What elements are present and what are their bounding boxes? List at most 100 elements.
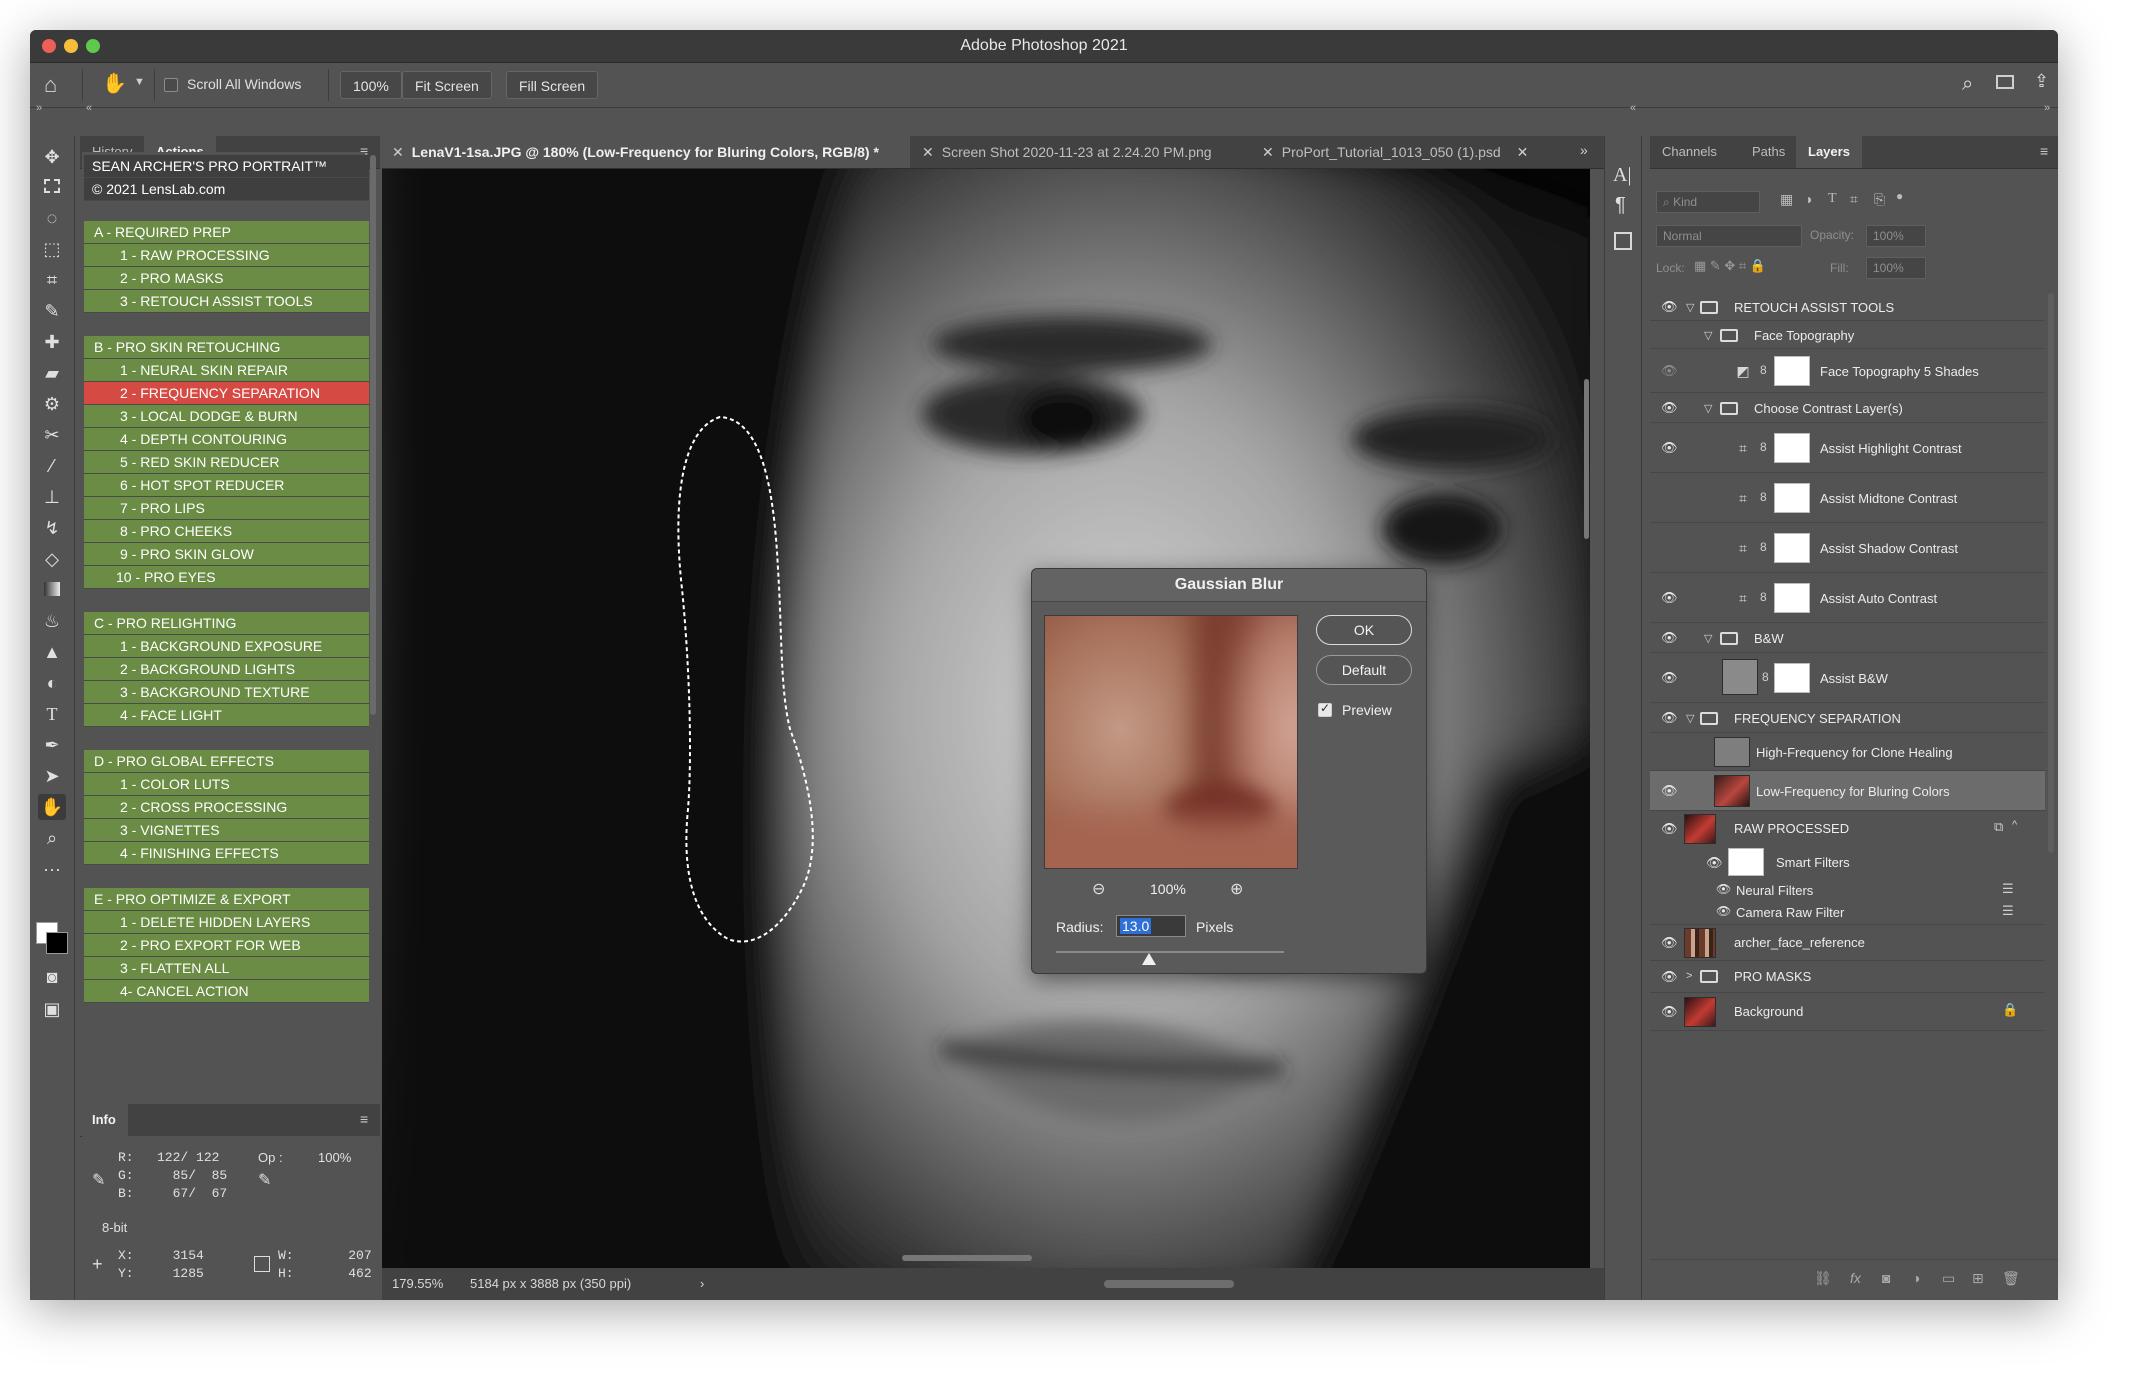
layer-group-bw[interactable]: 👁 ▽ B&W — [1650, 623, 2045, 653]
home-icon[interactable]: ⌂ — [44, 72, 57, 98]
visibility-eye-icon[interactable]: 👁 — [1661, 400, 1678, 416]
action-item[interactable]: 5 - RED SKIN REDUCER — [84, 451, 369, 474]
document-tab[interactable]: ✕ Screen Shot 2020-11-23 at 2.24.20 PM.pn… — [912, 136, 1250, 168]
quick-mask-icon[interactable]: ◙ — [38, 964, 66, 990]
action-item[interactable]: 1 - COLOR LUTS — [84, 773, 369, 796]
action-item[interactable]: 4 - FACE LIGHT — [84, 704, 369, 727]
action-item[interactable]: 7 - PRO LIPS — [84, 497, 369, 520]
art-history-brush-tool-icon[interactable]: ↯ — [38, 515, 66, 541]
link-layers-icon[interactable]: ⛓ — [1814, 1270, 1832, 1287]
layer-assist-highlight-contrast[interactable]: 👁 ⌗ 8 Assist Highlight Contrast — [1650, 423, 2045, 473]
canvas-vertical-scrollbar[interactable] — [1584, 379, 1589, 539]
action-item[interactable]: 1 - DELETE HIDDEN LAYERS — [84, 911, 369, 934]
layer-kind-filter[interactable]: ⌕ Kind — [1656, 191, 1760, 213]
fill-screen-button[interactable]: Fill Screen — [506, 71, 599, 99]
collapse-effects-icon[interactable]: ^ — [2012, 819, 2017, 831]
action-section-a[interactable]: A - REQUIRED PREP — [84, 221, 369, 244]
lasso-tool-icon[interactable]: ◌ — [38, 205, 66, 231]
tab-paths[interactable]: Paths — [1740, 136, 1797, 168]
visibility-eye-icon[interactable]: 👁 — [1661, 969, 1678, 985]
layer-assist-bw[interactable]: 👁 8 Assist B&W — [1650, 653, 2045, 703]
smart-filter-neural-filters[interactable]: 👁 Neural Filters ☰ — [1650, 879, 2045, 901]
layer-assist-midtone-contrast[interactable]: ⌗ 8 Assist Midtone Contrast — [1650, 473, 2045, 523]
default-button[interactable]: Default — [1316, 655, 1412, 685]
tab-info[interactable]: Info — [80, 1104, 128, 1136]
smart-filter-camera-raw[interactable]: 👁 Camera Raw Filter ☰ — [1650, 901, 2045, 925]
visibility-eye-icon[interactable]: 👁 — [1661, 299, 1678, 315]
action-section-d[interactable]: D - PRO GLOBAL EFFECTS — [84, 750, 369, 773]
crop-tool-icon[interactable]: ⌗ — [38, 267, 66, 293]
layer-assist-shadow-contrast[interactable]: ⌗ 8 Assist Shadow Contrast — [1650, 523, 2045, 573]
action-section-b[interactable]: B - PRO SKIN RETOUCHING — [84, 336, 369, 359]
screen-mode-icon[interactable]: ▣ — [38, 996, 66, 1022]
paragraph-panel-icon[interactable]: ¶ — [1615, 194, 1626, 217]
marquee-tool-icon[interactable] — [38, 174, 66, 200]
close-tab-icon[interactable]: ✕ — [1517, 144, 1529, 160]
layer-group-retouch-assist-tools[interactable]: 👁 ▽ RETOUCH ASSIST TOOLS — [1650, 293, 2045, 321]
visibility-eye-icon[interactable]: 👁 — [1661, 935, 1678, 951]
ok-button[interactable]: OK — [1316, 615, 1412, 645]
radius-slider-thumb[interactable] — [1142, 953, 1157, 965]
healing-brush-tool-icon[interactable]: ✚ — [38, 329, 66, 355]
collapse-panel-left-icon[interactable]: « — [86, 102, 92, 114]
filter-shape-icon[interactable]: ⌗ — [1850, 191, 1858, 208]
filter-toggle-icon[interactable]: ● — [1896, 189, 1903, 203]
expand-caret-icon[interactable]: ▽ — [1686, 712, 1694, 725]
lock-pixels-icon[interactable]: ▦ ✎ ✥ ⌗ 🔒 — [1694, 258, 1766, 274]
visibility-eye-icon[interactable]: 👁 — [1661, 821, 1678, 837]
close-window-button[interactable] — [42, 39, 56, 53]
close-tab-icon[interactable]: ✕ — [922, 144, 934, 160]
fill-input[interactable]: 100% — [1866, 257, 1926, 279]
smart-filters-row[interactable]: 👁 Smart Filters — [1650, 847, 2045, 879]
layer-group-pro-masks[interactable]: 👁 > PRO MASKS — [1650, 961, 2045, 993]
visibility-eye-icon[interactable]: 👁 — [1661, 670, 1678, 686]
search-icon[interactable]: ⌕ — [1962, 73, 1973, 96]
layer-raw-processed[interactable]: 👁 RAW PROCESSED ⧉ ^ — [1650, 811, 2045, 847]
background-color-swatch[interactable] — [46, 932, 68, 954]
action-item[interactable]: 3 - VIGNETTES — [84, 819, 369, 842]
scroll-all-windows-checkbox[interactable] — [164, 78, 178, 92]
visibility-eye-icon[interactable]: 👁 — [1661, 590, 1678, 606]
delete-layer-icon[interactable]: 🗑 — [2002, 1270, 2020, 1287]
visibility-eye-icon[interactable]: 👁 — [1661, 630, 1678, 646]
layer-group-face-topography[interactable]: ▽ Face Topography — [1650, 321, 2045, 349]
blur-preview-image[interactable] — [1044, 615, 1298, 869]
layer-low-frequency-selected[interactable]: 👁 Low-Frequency for Bluring Colors — [1650, 771, 2045, 811]
history-brush-tool-icon[interactable]: ✂ — [38, 422, 66, 448]
tool-preset-chevron-down-icon[interactable]: ▼ — [134, 76, 145, 88]
fit-screen-button[interactable]: Fit Screen — [402, 71, 492, 99]
action-item[interactable]: 8 - PRO CHEEKS — [84, 520, 369, 543]
visibility-eye-icon[interactable]: 👁 — [1706, 855, 1723, 871]
visibility-eye-icon[interactable]: 👁 — [1661, 1004, 1678, 1020]
action-item[interactable]: 9 - PRO SKIN GLOW — [84, 543, 369, 566]
action-item-selected[interactable]: 2 - FREQUENCY SEPARATION — [84, 382, 369, 405]
filter-smart-object-icon[interactable]: ⎘ — [1874, 191, 1885, 208]
zoom-level[interactable]: 179.55% — [392, 1268, 443, 1300]
stamp-tool-icon[interactable]: ⊥ — [38, 484, 66, 510]
action-item[interactable]: 3 - LOCAL DODGE & BURN — [84, 405, 369, 428]
action-item[interactable]: 1 - NEURAL SKIN REPAIR — [84, 359, 369, 382]
layer-background[interactable]: 👁 Background 🔒 — [1650, 993, 2045, 1031]
filter-pixel-icon[interactable]: ▦ — [1780, 191, 1793, 208]
action-section-e[interactable]: E - PRO OPTIMIZE & EXPORT — [84, 888, 369, 911]
action-item[interactable]: 1 - BACKGROUND EXPOSURE — [84, 635, 369, 658]
visibility-eye-icon[interactable]: 👁 — [1661, 710, 1678, 726]
visibility-eye-icon[interactable]: 👁 — [1661, 783, 1678, 799]
action-item[interactable]: 3 - BACKGROUND TEXTURE — [84, 681, 369, 704]
type-tool-icon[interactable]: T — [38, 701, 66, 727]
clone-stamp-tool-icon[interactable]: ⚙ — [38, 391, 66, 417]
close-tab-icon[interactable]: ✕ — [1262, 144, 1274, 160]
action-item[interactable]: 1 - RAW PROCESSING — [84, 244, 369, 267]
tab-layers[interactable]: Layers — [1796, 136, 1862, 168]
filter-options-icon[interactable]: ☰ — [2002, 881, 2014, 897]
layers-panel-menu-icon[interactable]: ≡ — [2040, 143, 2048, 159]
action-item[interactable]: 4- CANCEL ACTION — [84, 980, 369, 1003]
canvas-horizontal-scrollbar[interactable] — [902, 1255, 1032, 1261]
new-group-icon[interactable]: ▭ — [1942, 1270, 1955, 1287]
visibility-eye-icon[interactable]: 👁 — [1661, 440, 1678, 456]
actions-scrollbar[interactable] — [370, 155, 376, 715]
layer-group-frequency-separation[interactable]: 👁 ▽ FREQUENCY SEPARATION — [1650, 703, 2045, 733]
pen-tool-icon[interactable]: ✒ — [38, 732, 66, 758]
layer-high-frequency[interactable]: High-Frequency for Clone Healing — [1650, 733, 2045, 771]
preview-checkbox[interactable]: ✓ — [1318, 701, 1332, 717]
